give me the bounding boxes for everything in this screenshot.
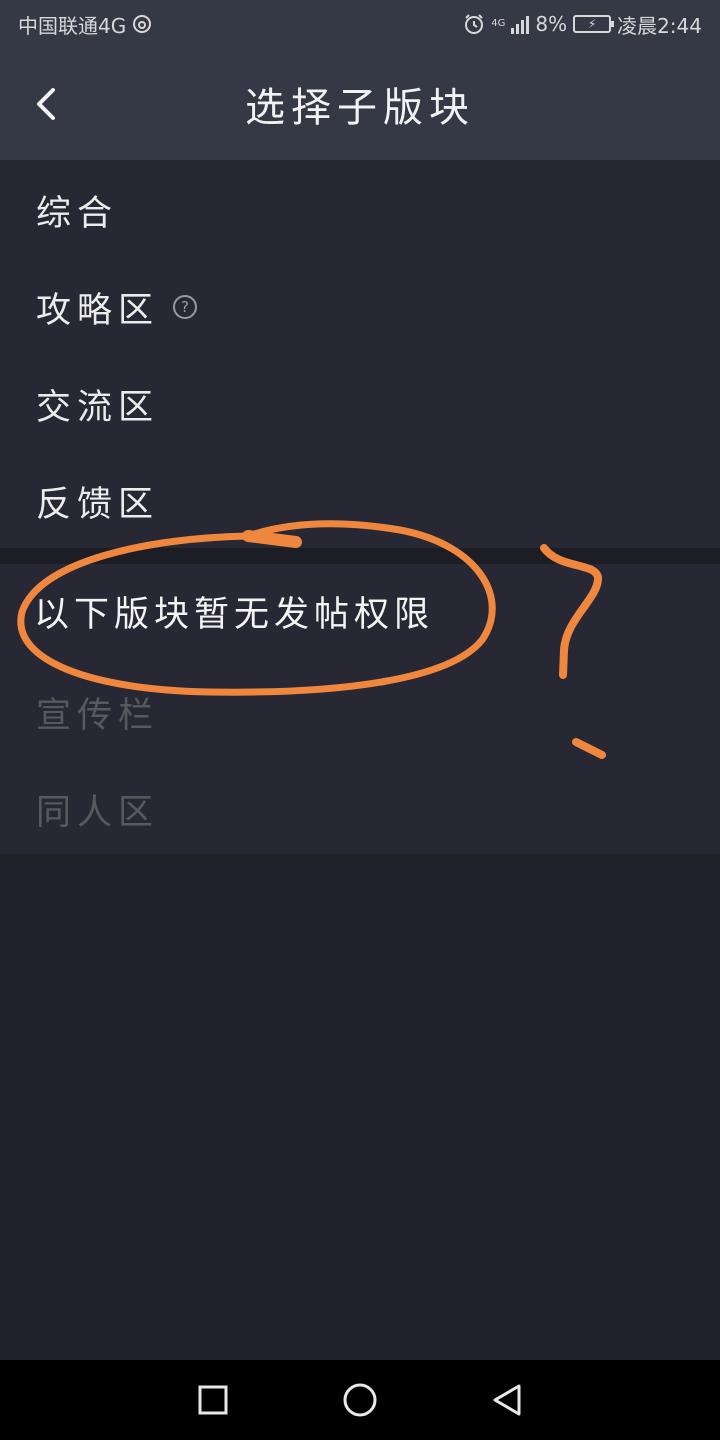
section-item-promotion: 宣传栏 xyxy=(36,682,159,742)
section-item-guides[interactable]: 攻略区 ? xyxy=(36,277,198,337)
battery-charging-icon: ⚡ xyxy=(573,15,615,33)
section-item-label: 宣传栏 xyxy=(36,695,160,736)
chevron-left-icon xyxy=(37,88,55,120)
carrier-label: 中国联通4G xyxy=(18,13,127,38)
triangle-back-icon xyxy=(493,1384,521,1416)
status-right: 4G 8% ⚡ 凌晨2:44 xyxy=(463,10,702,39)
section-item-label: 交流区 xyxy=(36,387,160,428)
section-item-label: 同人区 xyxy=(36,792,160,833)
system-back-button[interactable] xyxy=(477,1370,537,1430)
status-bar: 中国联通4G 4G 8% ⚡ 凌晨2:44 xyxy=(0,0,720,48)
alarm-icon xyxy=(465,14,484,34)
section-item-label: 综合 xyxy=(36,193,119,234)
back-button[interactable] xyxy=(26,82,66,126)
system-nav-bar xyxy=(0,1360,720,1440)
app-header: 选择子版块 xyxy=(0,48,720,160)
section-item-feedback[interactable]: 反馈区 xyxy=(36,471,159,531)
section-item-label: 反馈区 xyxy=(36,484,160,525)
network-type: 4G xyxy=(491,18,506,29)
help-icon[interactable]: ? xyxy=(173,295,198,319)
clock: 凌晨2:44 xyxy=(617,13,702,38)
status-left: 中国联通4G xyxy=(18,10,152,39)
home-button[interactable] xyxy=(330,1370,390,1430)
section-item-fanworks: 同人区 xyxy=(36,779,159,839)
section-divider xyxy=(0,548,720,564)
hd-call-icon xyxy=(133,15,152,33)
page-title: 选择子版块 xyxy=(245,85,475,131)
section-item-general[interactable]: 综合 xyxy=(36,180,118,240)
section-item-discussion[interactable]: 交流区 xyxy=(36,374,159,434)
signal-icon xyxy=(511,14,530,34)
battery-percent: 8% xyxy=(535,12,568,36)
no-permission-notice: 以下版块暂无发帖权限 xyxy=(34,595,435,635)
recents-button[interactable] xyxy=(183,1370,243,1430)
square-recents-icon xyxy=(198,1385,228,1415)
section-item-label: 攻略区 xyxy=(36,290,160,331)
circle-home-icon xyxy=(343,1383,377,1417)
